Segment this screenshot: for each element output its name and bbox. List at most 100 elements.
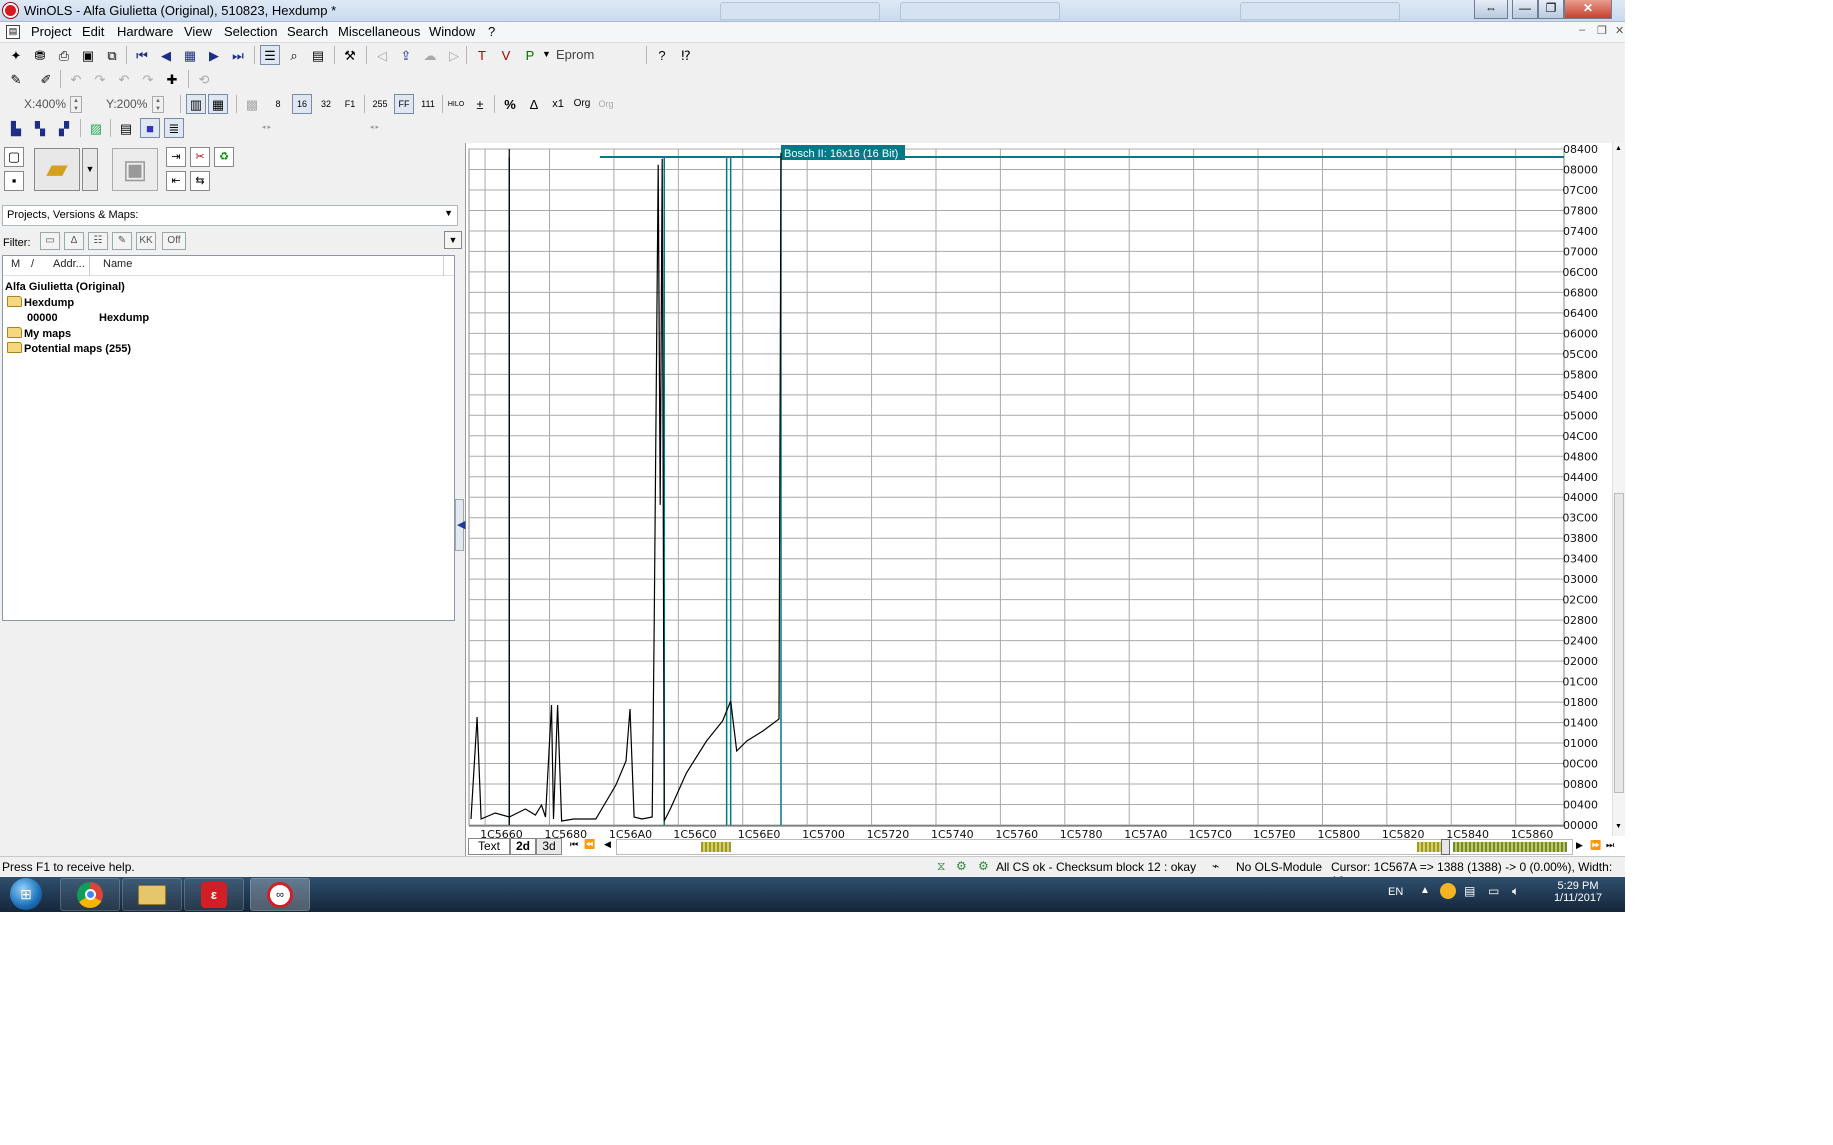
tab-text[interactable]: Text: [468, 838, 510, 855]
hexdump-2d-view[interactable]: 08400 08000 07C00 07800 07400 07000 06C00 06800…: [466, 143, 1625, 856]
p-icon[interactable]: P: [520, 45, 540, 65]
prev-icon[interactable]: ◀: [156, 45, 176, 65]
last-icon[interactable]: ⏭: [228, 45, 248, 65]
horizontal-scrollbar[interactable]: [616, 839, 1573, 855]
window-icon[interactable]: ▣: [78, 45, 98, 65]
scroll-thumb[interactable]: [1614, 493, 1624, 793]
org-icon[interactable]: Org: [572, 94, 592, 114]
menu-project[interactable]: Project: [31, 24, 71, 39]
maximize-button[interactable]: ❐: [1538, 0, 1564, 19]
save-icon[interactable]: ▪: [4, 171, 24, 191]
col-address[interactable]: Addr...: [53, 258, 85, 270]
scroll-up-icon[interactable]: ▲: [1615, 145, 1622, 152]
111-icon[interactable]: 111: [418, 94, 438, 114]
export-icon[interactable]: ⇥: [166, 147, 186, 167]
menu-miscellaneous[interactable]: Miscellaneous: [338, 24, 420, 39]
16bit-icon[interactable]: ▦: [208, 94, 228, 114]
menu-search[interactable]: Search: [287, 24, 328, 39]
close-button[interactable]: ✕: [1564, 0, 1612, 19]
zoom-y-spinner[interactable]: ▲ ▼: [152, 96, 164, 113]
doc-minimize-button[interactable]: –: [1579, 24, 1585, 36]
tab-3d[interactable]: 3d: [536, 838, 562, 855]
restore-arrows-button[interactable]: ⇔: [1474, 0, 1508, 19]
minimize-button[interactable]: —: [1512, 0, 1538, 19]
map-block-icon[interactable]: ■: [140, 118, 160, 138]
find-icon[interactable]: ⌕: [284, 45, 304, 65]
start-button[interactable]: ⊞: [4, 878, 48, 911]
open-dropdown-icon[interactable]: ▼: [82, 148, 98, 191]
checksum-status[interactable]: All CS ok - Checksum block 12 : okay: [996, 860, 1196, 874]
col-name[interactable]: Name: [103, 258, 132, 270]
language-indicator[interactable]: EN: [1388, 886, 1403, 898]
redo-icon[interactable]: ↷: [90, 69, 110, 89]
open-folder-icon[interactable]: ▰: [34, 148, 80, 191]
scroll-thumb[interactable]: [1441, 839, 1450, 855]
vertical-scrollbar[interactable]: ▲ ▼: [1612, 143, 1625, 836]
compare-icon[interactable]: ⧉: [102, 45, 122, 65]
table-icon[interactable]: ▦: [180, 45, 200, 65]
upload-icon[interactable]: ⇪: [396, 45, 416, 65]
map-list-icon[interactable]: ≣: [164, 118, 184, 138]
line-chart[interactable]: 08400 08000 07C00 07800 07400 07000 06C00 06800…: [466, 143, 1625, 838]
map-select-icon[interactable]: ▤: [116, 118, 136, 138]
filter-kk-icon[interactable]: KK: [136, 232, 156, 250]
scroll-prev-page-icon[interactable]: ⏪: [584, 839, 595, 850]
width-16-icon[interactable]: 16: [292, 94, 312, 114]
arrows-spinner[interactable]: ◂ ▸: [262, 123, 271, 131]
tree-view-icon[interactable]: ☰: [260, 45, 280, 65]
filter-edit-icon[interactable]: ✎: [112, 232, 132, 250]
doc-close-button[interactable]: ✕: [1615, 24, 1624, 37]
scroll-next-page-icon[interactable]: ⏩: [1590, 840, 1601, 851]
tree-item-project[interactable]: Alfa Giulietta (Original): [5, 281, 125, 293]
delta-icon[interactable]: Δ: [524, 94, 544, 114]
scroll-first-icon[interactable]: ⏮: [570, 839, 578, 850]
pencil-icon[interactable]: ✎: [6, 69, 26, 89]
tools-edit-icon[interactable]: ✂: [190, 147, 210, 167]
map-color-icon[interactable]: ▨: [86, 118, 106, 138]
taskbar-winols[interactable]: ∞: [250, 878, 310, 911]
new-file-icon[interactable]: ▢: [4, 147, 24, 167]
chevron-down-icon[interactable]: ▼: [542, 49, 551, 59]
filter-list-icon[interactable]: ☷: [88, 232, 108, 250]
taskbar-chrome[interactable]: [60, 878, 120, 911]
wizard-icon[interactable]: ✦: [6, 45, 26, 65]
map-chart-icon[interactable]: ▙: [6, 118, 26, 138]
map-chart-search-icon[interactable]: ▞: [54, 118, 74, 138]
chevron-down-icon[interactable]: ▼: [444, 208, 453, 218]
ff-icon[interactable]: FF: [394, 94, 414, 114]
network-icon[interactable]: ▭: [1488, 884, 1499, 898]
import-file-icon[interactable]: ⇤: [166, 171, 186, 191]
tray-app-icon[interactable]: [1440, 883, 1456, 899]
first-icon[interactable]: ⏮: [132, 45, 152, 65]
menu-selection[interactable]: Selection: [224, 24, 277, 39]
width-32-icon[interactable]: 32: [316, 94, 336, 114]
x1-icon[interactable]: x1: [548, 94, 568, 114]
width-f1-icon[interactable]: F1: [340, 94, 360, 114]
filter-delta-icon[interactable]: Δ: [64, 232, 84, 250]
map-chart-edit-icon[interactable]: ▚: [30, 118, 50, 138]
panel-splitter[interactable]: ◀: [455, 499, 465, 551]
v-icon[interactable]: V: [496, 45, 516, 65]
redo-all-icon[interactable]: ↷: [138, 69, 158, 89]
help-icon[interactable]: ?: [652, 45, 672, 65]
zoom-y-value[interactable]: Y:200%: [106, 97, 147, 111]
zoom-x-spinner[interactable]: ▲ ▼: [70, 96, 82, 113]
8bit-icon[interactable]: ▥: [186, 94, 206, 114]
zoom-x-value[interactable]: X:400%: [24, 97, 66, 111]
lohi-hilo-icon[interactable]: HILO: [446, 94, 466, 114]
next-icon[interactable]: ▶: [204, 45, 224, 65]
collapse-arrow-icon[interactable]: ◀: [457, 518, 465, 531]
col-sort[interactable]: /: [31, 258, 34, 270]
back-icon[interactable]: ◁: [372, 45, 392, 65]
taskbar-explorer[interactable]: [122, 878, 182, 911]
chip-icon[interactable]: ▤: [308, 45, 328, 65]
forward-icon[interactable]: ▷: [444, 45, 464, 65]
tree-item-potential-maps[interactable]: Potential maps (255): [7, 342, 131, 355]
org-compare-icon[interactable]: Org: [596, 94, 616, 114]
clock[interactable]: 5:29 PM 1/11/2017: [1552, 880, 1604, 904]
taskbar-app[interactable]: ε: [184, 878, 244, 911]
filter-hex-icon[interactable]: ▭: [40, 232, 60, 250]
tab-2d[interactable]: 2d: [510, 838, 536, 855]
menu-edit[interactable]: Edit: [82, 24, 104, 39]
scroll-left-icon[interactable]: ◀: [604, 839, 611, 850]
